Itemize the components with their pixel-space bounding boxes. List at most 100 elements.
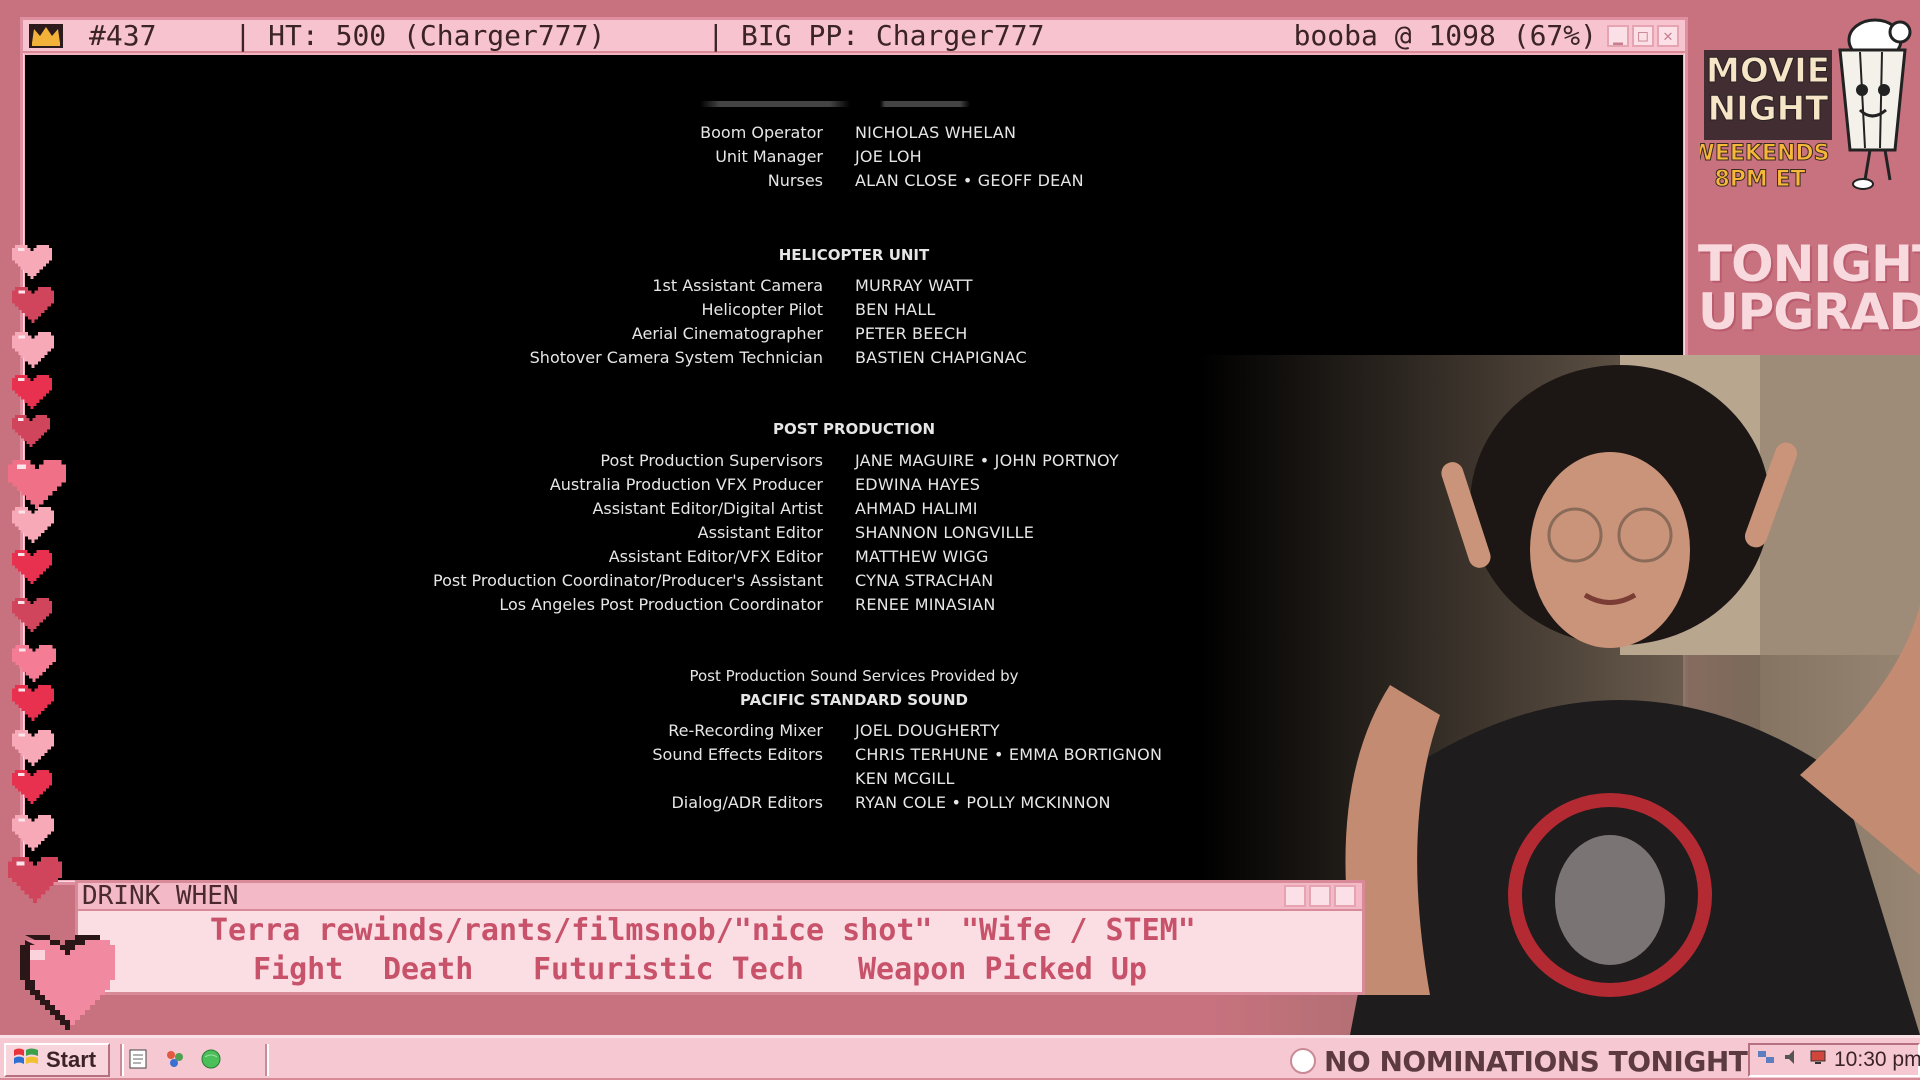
tonight-title: UPGRADE [1698,283,1920,341]
credit-role: Australia Production VFX Producer [549,475,823,494]
credit-name: BEN HALL [855,300,936,319]
heart-icon [12,598,52,636]
credit-role: Helicopter Pilot [701,300,823,319]
credit-name: EDWINA HAYES [855,475,981,494]
network-icon[interactable] [1756,1047,1776,1073]
taskbar-separator [265,1044,269,1076]
credit-role: Aerial Cinematographer [631,324,823,343]
drink-rule: Weapon Picked Up [858,952,1147,987]
drink-rules: Terra rewinds/rants/filmsnob/"nice shot"… [78,911,1362,993]
big-heart-icon [10,930,125,1030]
credit-name: MATTHEW WIGG [855,547,989,566]
credit-name: RYAN COLE • POLLY MCKINNON [855,793,1111,812]
nominations-text: NO NOMINATIONS TONIGHT [1324,1044,1748,1078]
paint-icon[interactable] [161,1045,189,1073]
windows-logo-icon [12,1045,40,1075]
nominations-status: NO NOMINATIONS TONIGHT [1290,1043,1748,1079]
credit-name: PETER BEECH [855,324,968,343]
credit-role: Assistant Editor [697,523,823,542]
credit-row: Aerial Cinematographer PETER BEECH [25,324,1683,346]
drink-when-title: DRINK WHEN [82,881,239,911]
heart-icon [12,730,54,770]
start-button[interactable]: Start [4,1043,110,1077]
credit-name: CHRIS TERHUNE • EMMA BORTIGNON [855,745,1163,764]
credit-role: Assistant Editor/Digital Artist [592,499,823,518]
credit-name: MURRAY WATT [855,276,973,295]
credit-name: BASTIEN CHAPIGNAC [855,348,1027,367]
credit-role: Shotover Camera System Technician [529,348,823,367]
credit-role: Post Production Supervisors [600,451,823,470]
drink-when-window: DRINK WHEN Terra rewinds/rants/filmsnob/… [75,880,1365,995]
drink-maximize-button[interactable] [1309,885,1331,907]
taskbar-separator [120,1044,124,1076]
heart-icon [12,507,54,547]
credit-role: Re-Recording Mixer [668,721,823,740]
credit-role: Post Production Coordinator/Producer's A… [432,571,823,590]
volume-icon[interactable] [1782,1047,1802,1073]
heart-icon [12,287,54,327]
drink-when-title-bar: DRINK WHEN [78,881,1362,911]
credit-role: Boom Operator [700,123,823,142]
heart-icon [12,245,52,283]
credit-name: CYNA STRACHAN [855,571,994,590]
tonight-movie: TONIGHT: UPGRADE [1698,235,1920,341]
credit-role: Nurses [767,171,823,190]
logo-line2: NIGHT [1708,89,1829,129]
credit-name: KEN MCGILL [855,769,955,788]
episode-number: #437 [89,19,157,52]
heart-icon [12,645,56,686]
credit-role: Dialog/ADR Editors [671,793,823,812]
logo-line1: MOVIE [1706,51,1830,91]
drink-rule: Terra rewinds/rants/filmsnob/"nice shot" [210,913,933,948]
close-button[interactable]: ✕ [1657,24,1679,47]
credit-role: Sound Effects Editors [652,745,823,764]
credit-role: Unit Manager [715,147,823,166]
credit-row: Boom Operator NICHOLAS WHELAN [25,123,1683,145]
drink-rule: Futuristic Tech [533,952,804,987]
system-tray: 10:30 pm [1748,1043,1920,1077]
big-pp-status: | BIG PP: Charger777 [707,19,1045,52]
cutoff-credit-row [700,101,1100,107]
heart-icon [12,332,54,372]
notepad-icon[interactable] [125,1045,153,1073]
credit-name: JOEL DOUGHERTY [855,721,1000,740]
credit-heading: HELICOPTER UNIT [778,246,930,264]
ht-status: | HT: 500 (Charger777) [234,19,606,52]
logo-line3: WEEKENDS [1700,141,1829,166]
heart-icon [8,857,62,907]
credit-name: AHMAD HALIMI [855,499,978,518]
clock[interactable]: 10:30 pm [1834,1048,1920,1072]
start-label: Start [46,1047,97,1072]
title-bar: #437 | HT: 500 (Charger777) | BIG PP: Ch… [23,19,1685,53]
drink-rule: "Wife / STEM" [961,913,1196,948]
heart-icon [12,815,54,855]
credit-name: ALAN CLOSE • GEOFF DEAN [855,171,1084,190]
movie-night-logo: MOVIE NIGHT WEEKENDS 8PM ET [1690,10,1915,195]
taskbar: Start NO NOMINATIONS TONIGHT 10:30 pm [0,1035,1920,1080]
heart-icon [12,415,50,451]
maximize-button[interactable]: □ [1632,24,1654,47]
logo-line4: 8PM ET [1714,167,1805,192]
heart-icon [12,685,54,725]
credit-name: NICHOLAS WHELAN [855,123,1017,142]
popcorn-mascot-icon [1838,18,1912,190]
display-icon[interactable] [1808,1047,1828,1073]
drink-close-button[interactable] [1334,885,1356,907]
credit-role: Assistant Editor/VFX Editor [608,547,823,566]
drink-minimize-button[interactable] [1284,885,1306,907]
tonight-label: TONIGHT: [1698,235,1920,293]
credit-name: JANE MAGUIRE • JOHN PORTNOY [855,451,1119,470]
credit-role: Los Angeles Post Production Coordinator [499,595,823,614]
credit-row: Unit Manager JOE LOH [25,147,1683,169]
internet-icon[interactable] [197,1045,225,1073]
credit-name: JOE LOH [855,147,922,166]
drink-rule: Fight [253,952,344,987]
crown-icon [27,22,65,50]
quick-launch [125,1045,225,1073]
minimize-button[interactable]: ▁ [1607,24,1629,47]
booba-status: booba @ 1098 (67%) [1293,19,1597,52]
credit-role: 1st Assistant Camera [652,276,823,295]
credit-row: Nurses ALAN CLOSE • GEOFF DEAN [25,171,1683,193]
drink-rule: Death [383,952,474,987]
credit-name: RENEE MINASIAN [855,595,996,614]
